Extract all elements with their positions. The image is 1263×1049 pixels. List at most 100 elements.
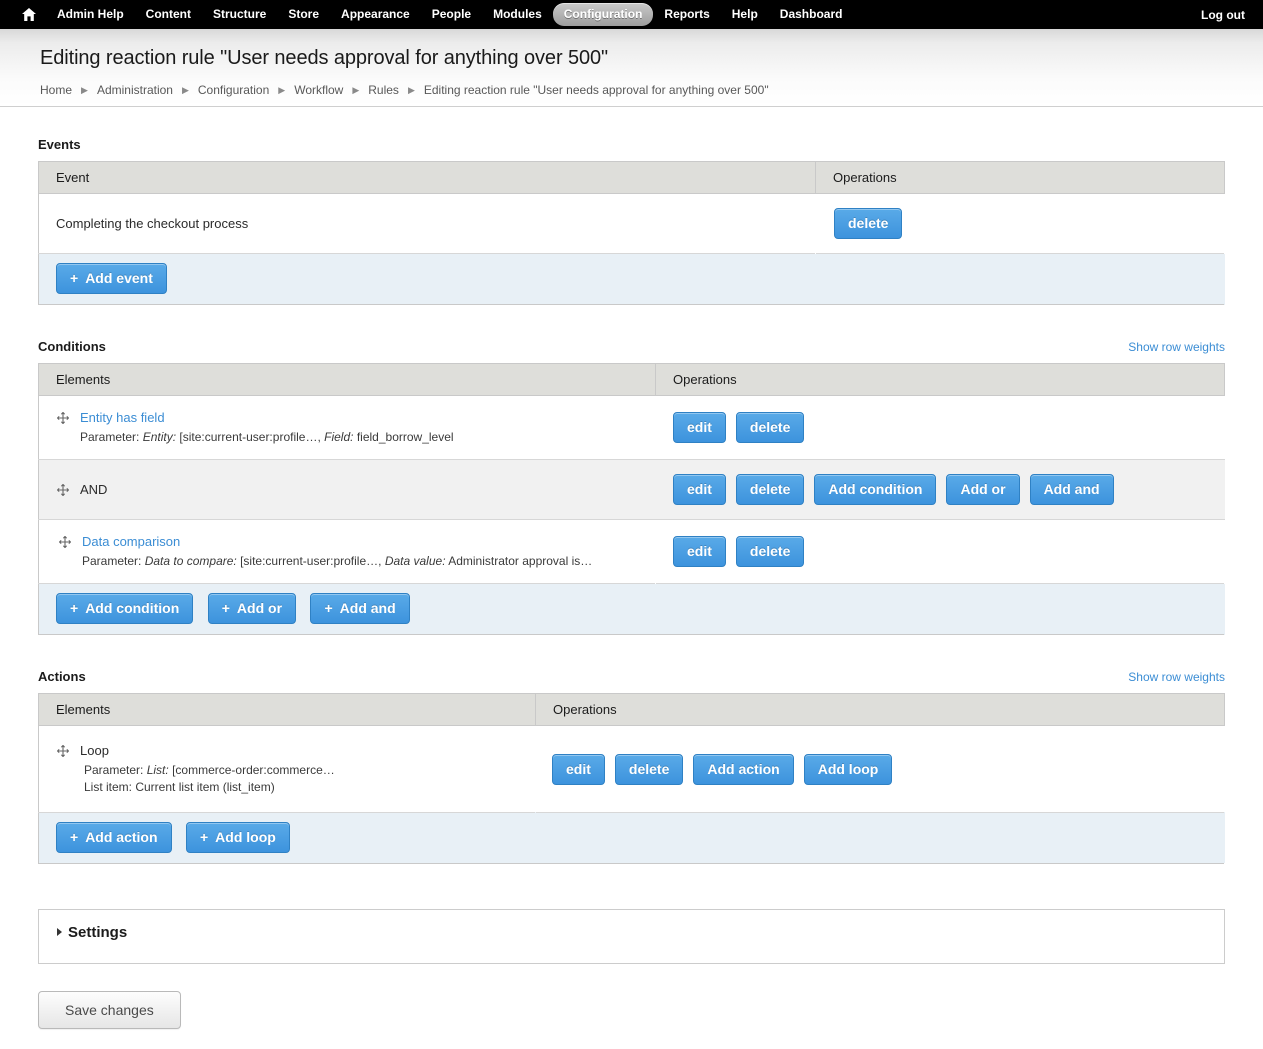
events-row-event-cell: Completing the checkout process <box>39 194 816 254</box>
action-title: Loop <box>80 743 109 759</box>
toolbar-item-content[interactable]: Content <box>135 3 202 25</box>
add-or-button[interactable]: + Add or <box>207 593 297 625</box>
actions-column-operations: Operations <box>535 693 1225 727</box>
toolbar-item-structure[interactable]: Structure <box>202 3 277 25</box>
delete-button[interactable]: delete <box>614 753 684 785</box>
condition-operations-group: edit delete <box>673 412 1224 444</box>
condition-operations-group: edit delete Add condition Add or Add and <box>673 474 1224 506</box>
toolbar-item-store[interactable]: Store <box>277 3 330 25</box>
add-and-button[interactable]: Add and <box>1029 474 1114 506</box>
drag-handle-icon[interactable] <box>56 744 70 758</box>
logout-link[interactable]: Log out <box>1201 8 1245 22</box>
action-parameters: Parameter: List: [commerce-order:commerc… <box>56 762 535 794</box>
param-prefix: Parameter: <box>80 430 140 444</box>
toolbar-item-configuration[interactable]: Configuration <box>552 3 654 26</box>
breadcrumb-item-workflow[interactable]: Workflow <box>294 83 343 97</box>
condition-operations-group: edit delete <box>673 536 1224 568</box>
param-value-field: field_borrow_level <box>356 430 454 444</box>
edit-button[interactable]: edit <box>673 474 726 506</box>
param-prefix: Parameter: <box>84 763 144 778</box>
breadcrumb-item-configuration[interactable]: Configuration <box>198 83 269 97</box>
condition-title[interactable]: Data comparison <box>82 534 180 549</box>
actions-add-row: + Add action + Add loop <box>38 811 1225 864</box>
toolbar-item-dashboard[interactable]: Dashboard <box>769 3 854 25</box>
add-condition-button[interactable]: Add condition <box>814 474 937 506</box>
param-key-data-value: Data value: <box>384 554 446 569</box>
plus-icon: + <box>70 600 79 617</box>
breadcrumb-item-administration[interactable]: Administration <box>97 83 173 97</box>
condition-elements-cell: Entity has field Parameter: Entity: [sit… <box>38 395 656 461</box>
edit-button[interactable]: edit <box>552 753 605 785</box>
settings-legend[interactable]: Settings <box>57 924 1224 941</box>
admin-toolbar: Admin Help Content Structure Store Appea… <box>0 0 1263 29</box>
events-section: Events Event Operations Completing the c… <box>38 137 1225 305</box>
add-loop-button[interactable]: Add loop <box>803 753 893 785</box>
edit-button[interactable]: edit <box>673 536 726 568</box>
conditions-table: Elements Operations Entity has field Par… <box>38 363 1225 636</box>
actions-add-cell: + Add action + Add loop <box>38 811 1225 864</box>
add-or-button[interactable]: Add or <box>946 474 1020 506</box>
toolbar-item-modules[interactable]: Modules <box>482 3 553 25</box>
breadcrumb-item-current: Editing reaction rule "User needs approv… <box>423 83 769 97</box>
events-section-header: Events <box>38 137 1225 152</box>
conditions-add-row: + Add condition + Add or + Add and <box>38 583 1225 635</box>
condition-title: AND <box>80 482 108 498</box>
param-key-field: Field: <box>324 430 354 444</box>
drag-handle-icon[interactable] <box>58 535 72 549</box>
page-header: Editing reaction rule "User needs approv… <box>0 29 1263 107</box>
add-event-label: Add event <box>85 270 153 286</box>
delete-button[interactable]: delete <box>735 536 805 568</box>
breadcrumb-item-home[interactable]: Home <box>40 83 72 97</box>
settings-fieldset[interactable]: Settings <box>38 908 1225 964</box>
add-action-button[interactable]: + Add action <box>56 821 172 853</box>
condition-parameters: Parameter: Entity: [site:current-user:pr… <box>56 429 655 445</box>
condition-title[interactable]: Entity has field <box>80 410 165 425</box>
toolbar-item-admin-help[interactable]: Admin Help <box>46 3 135 25</box>
delete-button[interactable]: delete <box>735 412 805 444</box>
toolbar-item-appearance[interactable]: Appearance <box>330 3 421 25</box>
add-and-label: Add and <box>339 600 396 617</box>
breadcrumb-separator-icon: ▶ <box>352 84 360 95</box>
drag-handle-icon[interactable] <box>56 411 70 425</box>
breadcrumb: Home ▶ Administration ▶ Configuration ▶ … <box>40 83 1263 97</box>
param-key-entity: Entity: <box>142 430 177 444</box>
add-action-button[interactable]: Add action <box>693 753 794 785</box>
show-row-weights-link-actions[interactable]: Show row weights <box>1128 670 1225 684</box>
toolbar-item-help[interactable]: Help <box>721 3 769 25</box>
action-elements-cell: Loop Parameter: List: [commerce-order:co… <box>39 726 536 812</box>
actions-column-elements: Elements <box>38 693 536 727</box>
actions-section-header: Actions Show row weights <box>38 669 1225 684</box>
edit-button[interactable]: edit <box>673 412 726 444</box>
collapse-triangle-icon <box>57 928 62 937</box>
param-key-list: List: <box>146 763 169 778</box>
conditions-section-header: Conditions Show row weights <box>38 339 1225 354</box>
condition-operations-cell: edit delete <box>656 520 1225 584</box>
plus-icon: + <box>70 828 79 845</box>
add-condition-button[interactable]: + Add condition <box>56 593 194 625</box>
home-icon[interactable] <box>16 7 46 21</box>
actions-section: Actions Show row weights Elements Operat… <box>38 669 1225 864</box>
breadcrumb-item-rules[interactable]: Rules <box>368 83 399 97</box>
toolbar-item-people[interactable]: People <box>421 3 482 25</box>
toolbar-item-reports[interactable]: Reports <box>653 3 720 25</box>
events-label: Events <box>38 137 81 152</box>
drag-handle-icon[interactable] <box>56 483 70 497</box>
add-and-button[interactable]: + Add and <box>310 593 410 625</box>
delete-button[interactable]: delete <box>834 208 903 239</box>
add-loop-button[interactable]: + Add loop <box>185 821 290 853</box>
settings-legend-label: Settings <box>68 923 128 941</box>
events-column-operations: Operations <box>815 161 1225 194</box>
param-value-data-value: Administrator approval is… <box>448 554 593 569</box>
param-key-data-to-compare: Data to compare: <box>144 554 237 569</box>
plus-icon: + <box>70 270 79 286</box>
save-changes-button[interactable]: Save changes <box>38 990 181 1029</box>
add-event-button[interactable]: + Add event <box>56 263 167 294</box>
toolbar-menu: Admin Help Content Structure Store Appea… <box>16 3 854 26</box>
conditions-label: Conditions <box>38 339 106 354</box>
page-title: Editing reaction rule "User needs approv… <box>40 47 609 69</box>
show-row-weights-link-conditions[interactable]: Show row weights <box>1128 340 1225 354</box>
action-title-line: Loop <box>56 743 535 758</box>
delete-button[interactable]: delete <box>735 474 805 506</box>
event-title: Completing the checkout process <box>56 216 249 231</box>
table-row: Entity has field Parameter: Entity: [sit… <box>38 395 1225 461</box>
